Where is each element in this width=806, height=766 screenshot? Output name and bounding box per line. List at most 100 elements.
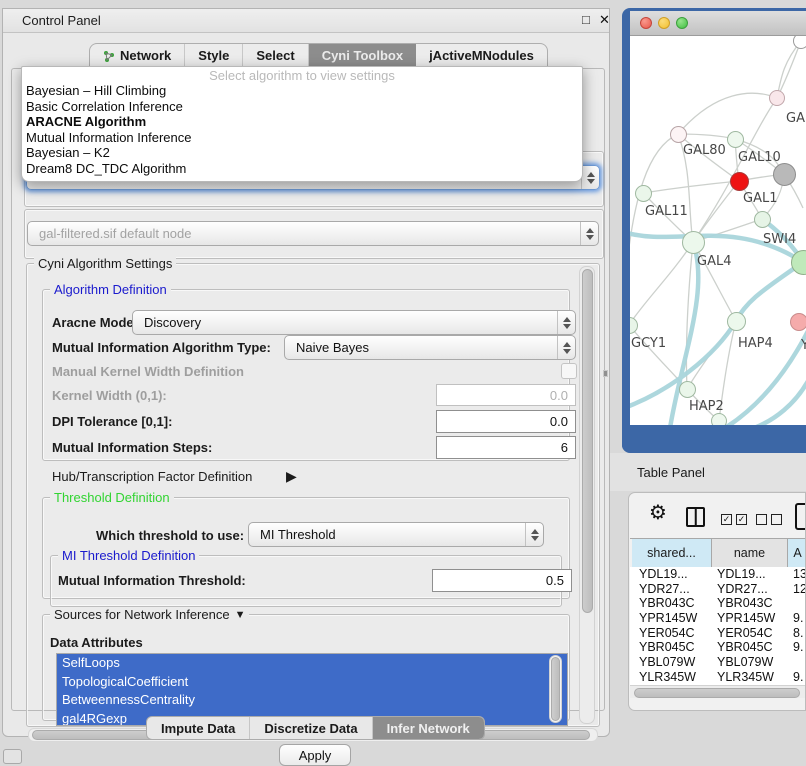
table-body[interactable]: YDL19...YDL19...13YDR27...YDR27...12YBR0… <box>630 567 806 685</box>
network-node[interactable] <box>754 211 771 228</box>
checked-box-icon[interactable]: ✓ <box>721 514 732 525</box>
combo-spinner-icon <box>580 222 598 245</box>
combo-spinner-icon <box>581 166 599 189</box>
table-cell: YDL19... <box>639 567 688 582</box>
table-row[interactable]: YER054CYER054C8. <box>630 626 806 641</box>
algorithm-option[interactable]: Dream8 DC_TDC Algorithm <box>26 161 578 177</box>
mi-steps-field[interactable]: 6 <box>436 436 576 459</box>
table-hscrollbar-thumb[interactable] <box>634 688 800 698</box>
apply-button[interactable]: Apply <box>279 744 351 766</box>
checked-box-icon[interactable]: ✓ <box>736 514 747 525</box>
settings-scrollbar-track[interactable] <box>579 266 595 724</box>
aracne-mode-combo[interactable]: Discovery <box>132 310 576 335</box>
algorithm-option[interactable]: Bayesian – Hill Climbing <box>26 83 578 99</box>
table-cell: 9. <box>793 670 803 685</box>
mac-close-icon[interactable] <box>640 17 652 29</box>
table-cell: YBR043C <box>717 596 773 611</box>
table-row[interactable]: YLR345WYLR345W9. <box>630 670 806 685</box>
tab-cyni-toolbox[interactable]: Cyni Toolbox <box>309 44 416 67</box>
close-icon[interactable]: ✕ <box>599 12 610 28</box>
mi-threshold-field[interactable]: 0.5 <box>432 569 572 592</box>
network-node-gal[interactable] <box>769 90 785 106</box>
dpi-tolerance-label: DPI Tolerance [0,1]: <box>52 414 172 429</box>
network-node-swi4[interactable] <box>791 250 806 275</box>
mi-type-value: Naive Bayes <box>296 340 369 355</box>
unchecked-box-icon[interactable] <box>756 514 767 525</box>
kernel-width-field[interactable]: 0.0 <box>436 384 576 406</box>
network-canvas[interactable]: GALGAL80GAL10GAL1GAL11SWI4GAL4GCY1HAP4YH… <box>630 36 806 426</box>
gear-icon[interactable]: ⚙ <box>649 500 667 525</box>
bottom-tab-impute-data[interactable]: Impute Data <box>147 717 250 739</box>
table-cell: YER054C <box>639 626 695 641</box>
network-node-y[interactable] <box>790 313 806 331</box>
unchecked-box-icon[interactable] <box>771 514 782 525</box>
table-panel-titlebar: Table Panel <box>610 453 806 491</box>
network-node-gal4[interactable] <box>682 231 705 254</box>
attribute-list-item[interactable]: SelfLoops <box>57 654 567 673</box>
algorithm-option[interactable]: Mutual Information Inference <box>26 130 578 146</box>
network-node[interactable] <box>793 36 806 49</box>
bottom-tab-discretize-data[interactable]: Discretize Data <box>250 717 372 739</box>
tab-label: Network <box>120 48 171 63</box>
network-node-gal80[interactable] <box>670 126 687 143</box>
column-header-a[interactable]: A <box>788 539 806 567</box>
network-node-label: HAP4 <box>738 336 773 351</box>
mi-threshold-value: 0.5 <box>546 573 564 588</box>
network-node[interactable] <box>711 413 727 426</box>
control-panel-title: Control Panel <box>22 13 101 28</box>
table-row[interactable]: YBR045CYBR045C9. <box>630 640 806 655</box>
network-node-gal1[interactable] <box>730 172 749 191</box>
algorithm-option[interactable]: ARACNE Algorithm <box>26 114 578 130</box>
expand-right-icon[interactable]: ▶ <box>286 468 297 485</box>
column-header-shared[interactable]: shared... <box>632 539 712 567</box>
mi-type-combo[interactable]: Naive Bayes <box>284 335 576 360</box>
network-view-window[interactable]: GALGAL80GAL10GAL1GAL11SWI4GAL4GCY1HAP4YH… <box>622 8 806 453</box>
table-row[interactable]: YDL19...YDL19...13 <box>630 567 806 582</box>
column-header-name[interactable]: name <box>712 539 788 567</box>
table-row[interactable]: YBR043C YBR043C <box>630 596 806 611</box>
attributes-scrollbar-thumb[interactable] <box>551 657 560 721</box>
dpi-tolerance-field[interactable]: 0.0 <box>436 410 576 433</box>
attribute-list-item[interactable]: TopologicalCoefficient <box>57 673 567 692</box>
network-icon <box>103 50 115 62</box>
new-table-icon[interactable] <box>795 503 806 530</box>
network-node-hap2[interactable] <box>679 381 696 398</box>
network-node-gcy1[interactable] <box>630 317 638 334</box>
network-window-titlebar[interactable] <box>630 11 806 36</box>
settings-scrollbar-thumb[interactable] <box>582 269 593 613</box>
table-cell: 9. <box>793 640 803 655</box>
which-threshold-combo[interactable]: MI Threshold <box>248 522 544 547</box>
splitter-handle[interactable] <box>603 370 608 377</box>
bottom-tab-infer-network[interactable]: Infer Network <box>373 717 484 739</box>
tab-select[interactable]: Select <box>243 44 308 67</box>
kernel-width-label: Kernel Width (0,1): <box>52 388 167 403</box>
table-row[interactable]: YBL079WYBL079W <box>630 655 806 670</box>
float-window-icon[interactable]: □ <box>582 12 590 27</box>
network-node-gal10[interactable] <box>727 131 744 148</box>
combo-spinner-icon <box>525 523 543 546</box>
table-hscrollbar-track[interactable] <box>630 685 806 698</box>
mac-minimize-icon[interactable] <box>658 17 670 29</box>
network-node-gal11[interactable] <box>635 185 652 202</box>
network-select-combo[interactable]: gal-filtered.sif default node <box>27 221 599 246</box>
tab-network[interactable]: Network <box>90 44 185 67</box>
table-row[interactable]: YPR145WYPR145W9. <box>630 611 806 626</box>
table-row[interactable]: YDR27...YDR27...12 <box>630 582 806 597</box>
mi-type-label: Mutual Information Algorithm Type: <box>52 340 271 355</box>
threshold-definition-title: Threshold Definition <box>50 490 174 505</box>
manual-kernel-checkbox[interactable] <box>561 363 577 379</box>
network-node[interactable] <box>773 163 796 186</box>
algorithm-option[interactable]: Basic Correlation Inference <box>26 99 578 115</box>
attribute-list-item[interactable]: BetweennessCentrality <box>57 691 567 710</box>
column-layout-icon[interactable] <box>686 507 705 527</box>
algorithm-option[interactable]: Bayesian – K2 <box>26 145 578 161</box>
table-cell: YBR043C <box>639 596 695 611</box>
tab-style[interactable]: Style <box>185 44 243 67</box>
kernel-width-value: 0.0 <box>550 388 568 403</box>
collapse-down-icon[interactable]: ▼ <box>235 609 246 621</box>
table-cell: YPR145W <box>639 611 697 626</box>
network-node-hap4[interactable] <box>727 312 746 331</box>
mac-zoom-icon[interactable] <box>676 17 688 29</box>
tab-jactivemnodules[interactable]: jActiveMNodules <box>416 44 547 67</box>
attributes-scrollbar-track[interactable] <box>549 655 562 723</box>
